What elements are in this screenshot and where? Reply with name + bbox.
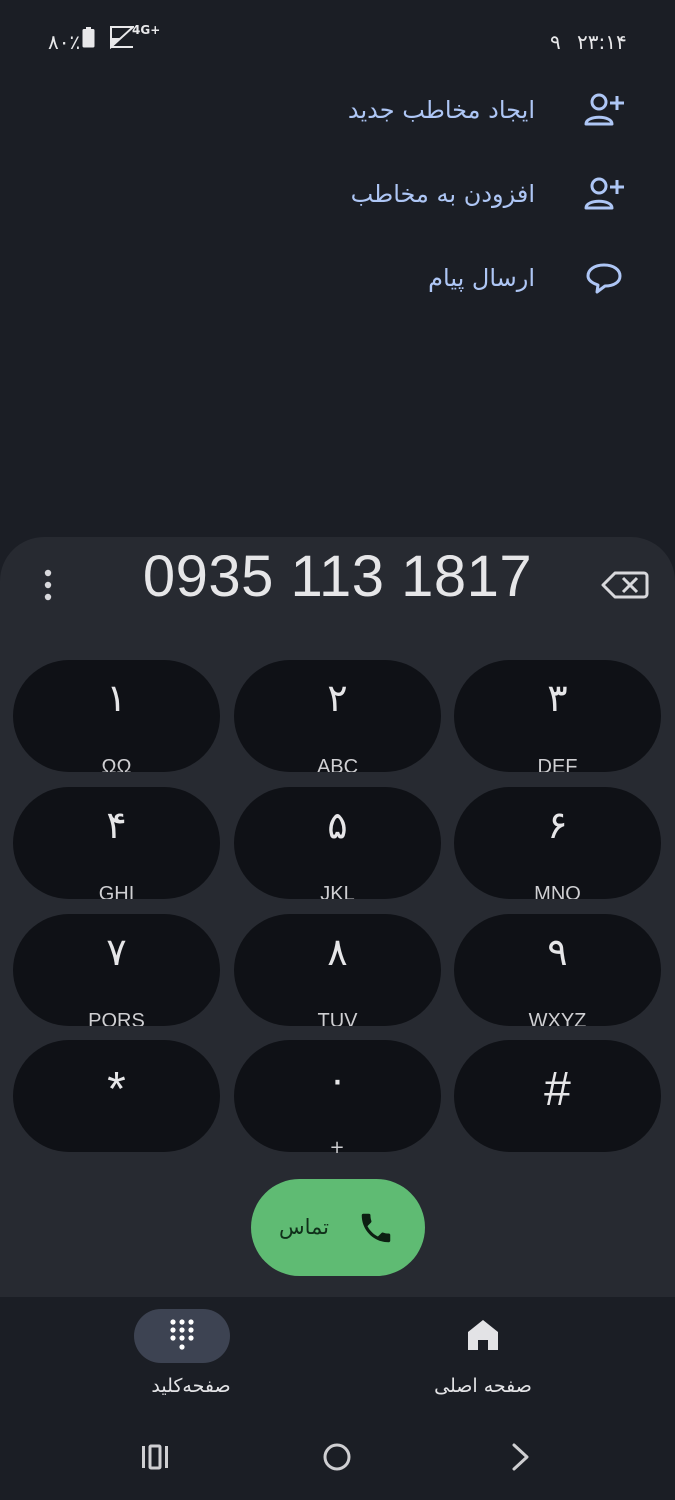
home-button-icon[interactable] (317, 1437, 357, 1477)
key-6[interactable]: ۶ MNO (454, 787, 661, 899)
key-letters: WXYZ (528, 1010, 587, 1026)
nav-keypad-label: صفحه‌کلید (151, 1375, 231, 1397)
dialpad-panel: 0935 113 1817 ۱ ΩΩ ۲ ABC ۳ DEF ۴ GHI ۵ J… (0, 537, 675, 1297)
add-person-icon (584, 177, 624, 210)
key-digit: ۵ (327, 803, 348, 847)
dialpad-icon (170, 1319, 194, 1350)
key-digit: ۶ (547, 803, 568, 847)
add-to-contact-label: افزودن به مخاطب (350, 180, 535, 208)
key-0[interactable]: ۰ (234, 1040, 441, 1152)
key-digit: ۹ (547, 930, 568, 974)
key-symbol: # (544, 1063, 571, 1116)
battery-percent: ۸۰٪ (48, 30, 81, 54)
backspace-icon[interactable] (600, 565, 650, 605)
key-letters: DEF (537, 756, 578, 772)
key-digit: ۳ (547, 676, 568, 720)
send-message-label: ارسال پیام (428, 264, 535, 292)
phone-icon (361, 1213, 391, 1243)
key-5[interactable]: ۵ JKL (234, 787, 441, 899)
call-label: تماس (279, 1215, 330, 1239)
clock: ۲۳:۱۴ (577, 30, 627, 54)
key-hash[interactable]: # (454, 1040, 661, 1152)
key-symbol: * (107, 1063, 126, 1116)
battery-icon (82, 27, 95, 48)
key-2[interactable]: ۲ ABC (234, 660, 441, 772)
add-person-icon (584, 93, 624, 126)
more-options-icon[interactable] (30, 562, 66, 608)
notification-count: ۹ (550, 30, 561, 54)
nav-keypad[interactable]: صفحه‌کلید (91, 1297, 291, 1417)
system-navigation-bar (0, 1417, 675, 1500)
bottom-navigation: صفحه‌کلید صفحه اصلی (0, 1297, 675, 1417)
key-letters: PQRS (88, 1010, 145, 1026)
key-7[interactable]: ۷ PQRS (13, 914, 220, 1026)
create-new-contact-label: ایجاد مخاطب جدید (347, 96, 535, 124)
dialed-number[interactable]: 0935 113 1817 (100, 537, 575, 617)
key-9[interactable]: ۹ WXYZ (454, 914, 661, 1026)
network-type: 4G+ (132, 23, 161, 37)
key-digit: ۲ (327, 676, 348, 720)
key-3[interactable]: ۳ DEF (454, 660, 661, 772)
key-letters: MNO (534, 883, 581, 899)
key-1[interactable]: ۱ ΩΩ (13, 660, 220, 772)
send-message-action[interactable]: ارسال پیام (0, 238, 675, 318)
key-star[interactable]: * (13, 1040, 220, 1152)
key-letters: TUV (317, 1010, 358, 1026)
key-8[interactable]: ۸ TUV (234, 914, 441, 1026)
key-digit: ۷ (106, 930, 127, 974)
signal-icon (110, 26, 134, 49)
key-4[interactable]: ۴ GHI (13, 787, 220, 899)
nav-home-label: صفحه اصلی (434, 1375, 532, 1397)
key-0-plus-label: + (329, 1137, 345, 1158)
key-digit: ۱ (106, 676, 127, 720)
key-digit: ۸ (327, 930, 348, 974)
key-letters: ΩΩ (101, 756, 132, 772)
call-button[interactable]: تماس (251, 1179, 425, 1276)
key-letters: GHI (98, 883, 135, 899)
key-digit: ۴ (106, 803, 127, 847)
message-bubble-icon (586, 263, 622, 294)
key-digit: ۰ (327, 1058, 348, 1102)
back-icon[interactable] (500, 1437, 540, 1477)
nav-home[interactable]: صفحه اصلی (383, 1297, 583, 1417)
status-bar: ۸۰٪ 4G+ ۹ ۲۳:۱۴ (0, 0, 675, 80)
key-letters: ABC (316, 756, 359, 772)
key-letters: JKL (320, 883, 355, 899)
home-icon (468, 1320, 498, 1350)
dialer-screen: ۸۰٪ 4G+ ۹ ۲۳:۱۴ ایجاد مخاطب جدید افزودن … (0, 0, 675, 1500)
recent-apps-icon[interactable] (135, 1437, 175, 1477)
create-new-contact-action[interactable]: ایجاد مخاطب جدید (0, 70, 675, 150)
add-to-contact-action[interactable]: افزودن به مخاطب (0, 154, 675, 234)
